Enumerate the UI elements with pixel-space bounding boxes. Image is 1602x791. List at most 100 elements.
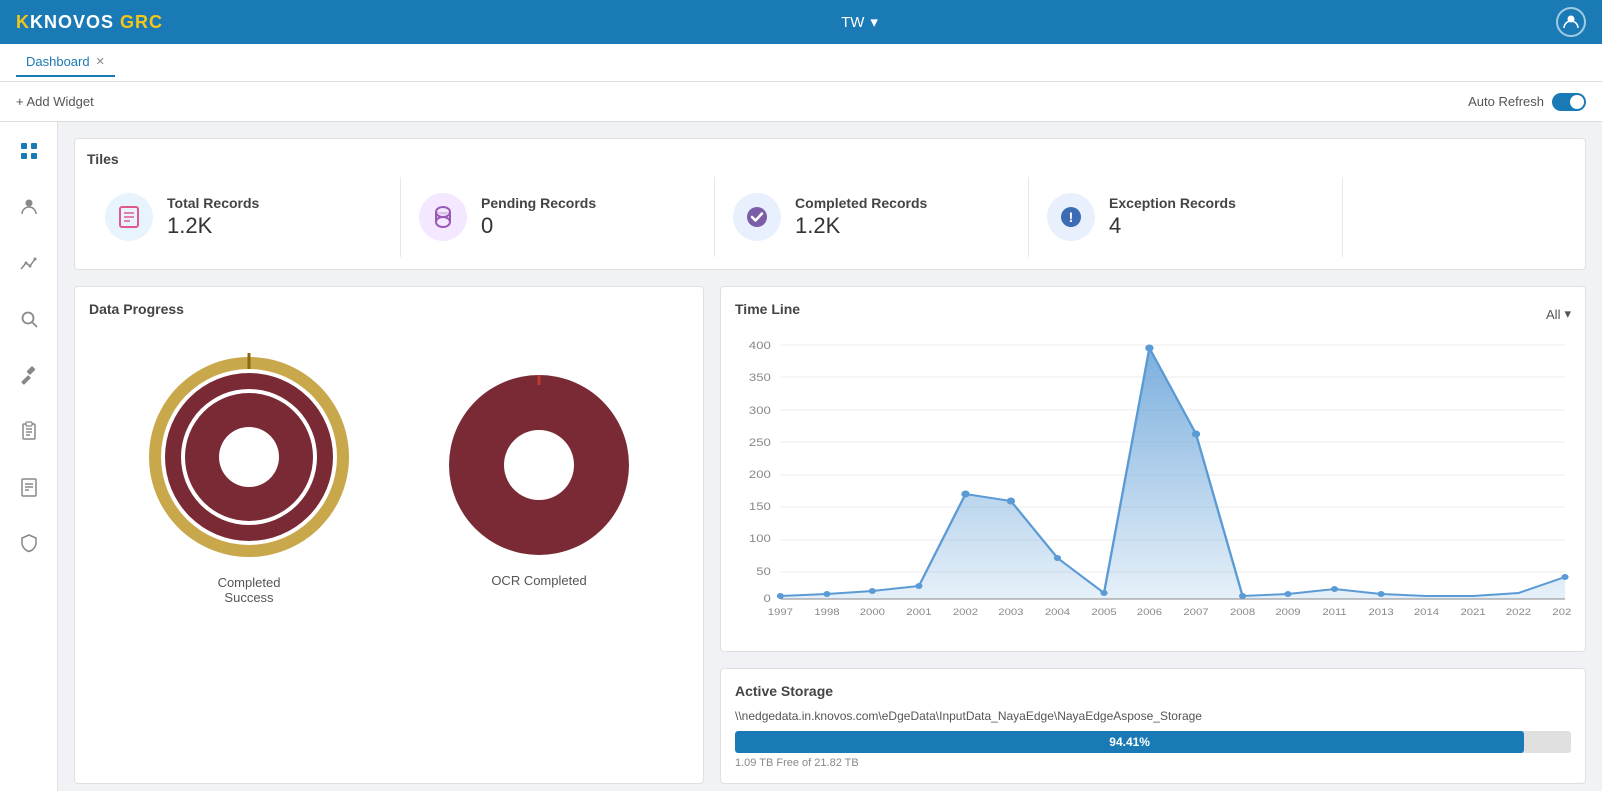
sidebar-item-clipboard[interactable] [12, 414, 46, 448]
completed-records-icon [733, 193, 781, 241]
sidebar-item-chart[interactable] [12, 246, 46, 280]
svg-text:2002: 2002 [953, 608, 978, 618]
checkmark-icon [744, 204, 770, 230]
svg-text:1998: 1998 [814, 608, 839, 618]
add-widget-button[interactable]: + Add Widget [16, 94, 94, 109]
pending-records-info: Pending Records 0 [481, 195, 596, 239]
logo-text: KNOVOS [30, 12, 114, 32]
sidebar [0, 122, 58, 791]
main-content: Tiles Total Records 1.2K [58, 122, 1602, 791]
sidebar-item-people[interactable] [12, 190, 46, 224]
svg-text:1997: 1997 [768, 608, 793, 618]
donut-ocr-completed: OCR Completed [439, 365, 639, 588]
tabbar: Dashboard ✕ [0, 44, 1602, 82]
donut-success-label: Completed Success [218, 575, 281, 605]
timeline-filter-dropdown-icon: ▾ [1564, 306, 1571, 322]
storage-bar-fill: 94.41% [735, 731, 1524, 753]
svg-text:2014: 2014 [1414, 608, 1439, 618]
total-records-value: 1.2K [167, 213, 259, 239]
storage-path: \\nedgedata.in.knovos.com\eDgeData\Input… [735, 709, 1571, 723]
storage-bar-container: 94.41% [735, 731, 1571, 753]
tab-dashboard[interactable]: Dashboard ✕ [16, 48, 115, 77]
donut-completed-success: Completed Success [139, 347, 359, 605]
tile-completed: Completed Records 1.2K [715, 177, 1029, 257]
svg-text:300: 300 [749, 404, 771, 417]
user-icon [1563, 14, 1579, 30]
storage-info: 1.09 TB Free of 21.82 TB [735, 757, 1571, 769]
gavel-icon [19, 365, 39, 385]
pending-records-label: Pending Records [481, 195, 596, 211]
data-progress-charts: Completed Success [89, 327, 689, 625]
svg-text:350: 350 [749, 371, 771, 384]
app-logo: KKNOVOS GRC [16, 12, 163, 33]
svg-text:50: 50 [756, 565, 771, 578]
tile-empty [1343, 177, 1573, 257]
user-avatar[interactable] [1556, 7, 1586, 37]
tiles-row: Total Records 1.2K [87, 177, 1573, 257]
auto-refresh-control: Auto Refresh [1468, 93, 1586, 111]
sidebar-item-dashboard[interactable] [12, 134, 46, 168]
completed-records-value: 1.2K [795, 213, 927, 239]
svg-text:2011: 2011 [1322, 608, 1347, 618]
svg-text:2006: 2006 [1137, 608, 1162, 618]
pending-records-icon [419, 193, 467, 241]
svg-text:2008: 2008 [1230, 608, 1255, 618]
clipboard-icon [19, 421, 39, 441]
svg-text:400: 400 [749, 339, 771, 352]
svg-text:200: 200 [749, 468, 771, 481]
sidebar-item-privacy[interactable] [12, 526, 46, 560]
tiles-section: Tiles Total Records 1.2K [74, 138, 1586, 270]
main-layout: Tiles Total Records 1.2K [0, 122, 1602, 791]
timeline-panel: Time Line All ▾ 400 350 300 250 [720, 286, 1586, 652]
timeline-header: Time Line All ▾ [735, 301, 1571, 327]
search-icon [19, 309, 39, 329]
total-records-icon [105, 193, 153, 241]
tab-close-icon[interactable]: ✕ [96, 55, 105, 68]
tile-total: Total Records 1.2K [87, 177, 401, 257]
report-icon [19, 477, 39, 497]
svg-text:2022: 2022 [1506, 608, 1531, 618]
dashboard-icon [19, 141, 39, 161]
tile-exception: ! Exception Records 4 [1029, 177, 1343, 257]
toolbar: + Add Widget Auto Refresh [0, 82, 1602, 122]
people-icon [19, 197, 39, 217]
workspace-selector[interactable]: TW ▾ [841, 13, 878, 31]
timeline-title: Time Line [735, 301, 800, 317]
hourglass-icon [430, 204, 456, 230]
svg-text:100: 100 [749, 532, 771, 545]
donut-success-chart [139, 347, 359, 567]
svg-text:2005: 2005 [1091, 608, 1116, 618]
svg-text:250: 250 [749, 436, 771, 449]
auto-refresh-toggle[interactable] [1552, 93, 1586, 111]
topbar: KKNOVOS GRC TW ▾ [0, 0, 1602, 44]
donut-ocr-label: OCR Completed [491, 573, 586, 588]
svg-text:2007: 2007 [1183, 608, 1208, 618]
sidebar-item-report[interactable] [12, 470, 46, 504]
logo-k: K [16, 12, 30, 32]
tab-label: Dashboard [26, 54, 90, 69]
add-widget-label: + Add Widget [16, 94, 94, 109]
svg-text:150: 150 [749, 500, 771, 513]
timeline-filter-button[interactable]: All ▾ [1546, 306, 1571, 322]
workspace-label: TW [841, 14, 864, 31]
records-icon [116, 204, 142, 230]
total-records-label: Total Records [167, 195, 259, 211]
auto-refresh-label: Auto Refresh [1468, 94, 1544, 109]
svg-text:2021: 2021 [1460, 608, 1485, 618]
completed-records-label: Completed Records [795, 195, 927, 211]
bottom-panels: Data Progress [74, 286, 1586, 784]
donut-ocr-chart [439, 365, 639, 565]
svg-text:2001: 2001 [906, 608, 931, 618]
chart-icon [19, 253, 39, 273]
exclamation-icon: ! [1058, 204, 1084, 230]
total-records-info: Total Records 1.2K [167, 195, 259, 239]
tile-pending: Pending Records 0 [401, 177, 715, 257]
shield-icon [19, 533, 39, 553]
sidebar-item-search[interactable] [12, 302, 46, 336]
exception-records-label: Exception Records [1109, 195, 1236, 211]
svg-text:2023: 2023 [1552, 608, 1571, 618]
sidebar-item-gavel[interactable] [12, 358, 46, 392]
exception-records-value: 4 [1109, 213, 1236, 239]
svg-text:0: 0 [764, 592, 772, 605]
active-storage-panel: Active Storage \\nedgedata.in.knovos.com… [720, 668, 1586, 784]
